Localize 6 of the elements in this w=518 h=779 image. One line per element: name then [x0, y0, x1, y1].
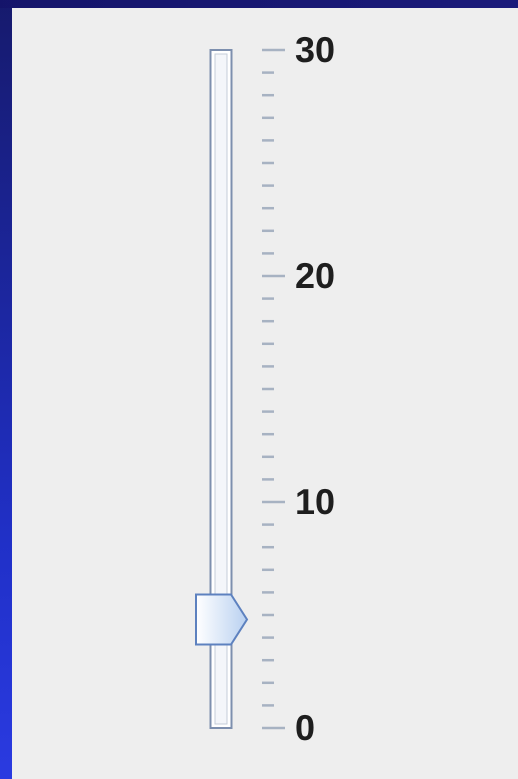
slider-thumb[interactable] — [195, 594, 248, 646]
slider-track[interactable] — [210, 49, 232, 729]
tick-label: 30 — [295, 28, 336, 72]
tick-label: 20 — [295, 254, 336, 298]
tick-label: 0 — [295, 706, 316, 750]
tick-label: 10 — [295, 480, 336, 524]
